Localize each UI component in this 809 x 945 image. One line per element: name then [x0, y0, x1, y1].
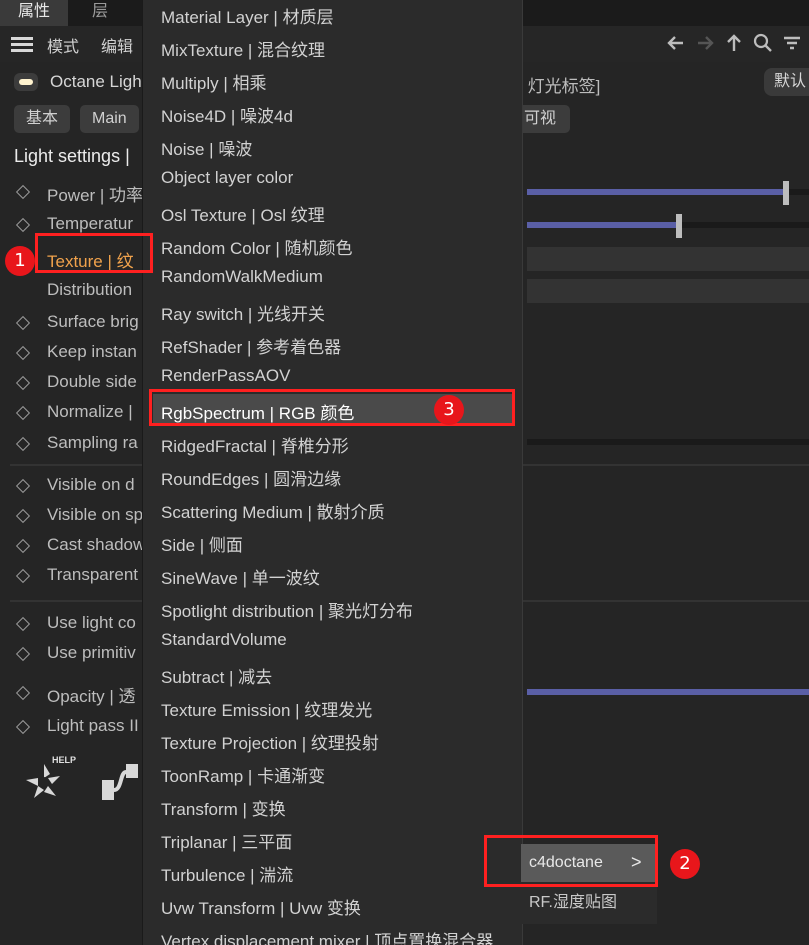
hamburger-icon[interactable] — [11, 37, 33, 53]
menu-item-sinewave[interactable]: SineWave | 单一波纹 — [161, 564, 320, 589]
keyframe-diamond-icon[interactable] — [15, 508, 31, 524]
up-arrow-icon[interactable] — [723, 32, 745, 56]
menu-item-roundedges[interactable]: RoundEdges | 圆滑边缘 — [161, 465, 341, 490]
sampling-rate-track[interactable] — [527, 439, 809, 445]
menu-item-ray-switch[interactable]: Ray switch | 光线开关 — [161, 300, 325, 325]
node-editor-icon[interactable] — [100, 760, 142, 804]
menu-item-random-color[interactable]: Random Color | 随机颜色 — [161, 234, 352, 259]
keyframe-diamond-icon[interactable] — [15, 217, 31, 233]
keyframe-diamond-icon[interactable] — [15, 719, 31, 735]
attr-label: Cast shadow — [47, 535, 146, 554]
menu-item-refshader[interactable]: RefShader | 参考着色器 — [161, 333, 341, 358]
power-slider[interactable] — [527, 181, 809, 205]
attr-label: Visible on d — [47, 475, 135, 494]
tab-layers[interactable]: 层 — [74, 0, 126, 26]
attr-label: Sampling ra — [47, 433, 138, 452]
menu-item-triplanar[interactable]: Triplanar | 三平面 — [161, 828, 292, 853]
attr-label: Power | 功率 — [47, 186, 144, 205]
default-button[interactable]: 默认 — [764, 68, 809, 96]
menu-item-texture-projection[interactable]: Texture Projection | 纹理投射 — [161, 729, 379, 754]
search-icon[interactable] — [752, 32, 774, 56]
filter-icon[interactable] — [781, 32, 803, 56]
menu-item-renderpassaov[interactable]: RenderPassAOV — [161, 366, 290, 386]
keyframe-diamond-icon[interactable] — [15, 405, 31, 421]
keyframe-diamond-icon[interactable] — [15, 478, 31, 494]
octane-help-icon[interactable] — [22, 760, 66, 804]
menu-item-mixtexture[interactable]: MixTexture | 混合纹理 — [161, 36, 325, 61]
menu-item-randomwalkmedium[interactable]: RandomWalkMedium — [161, 267, 323, 287]
keyframe-diamond-icon[interactable] — [15, 345, 31, 361]
texture-field[interactable] — [527, 247, 809, 271]
opacity-slider[interactable] — [527, 689, 809, 695]
menu-item-standardvolume[interactable]: StandardVolume — [161, 630, 287, 650]
menu-item-object-layer-color[interactable]: Object layer color — [161, 168, 293, 188]
forward-arrow-icon[interactable] — [694, 32, 716, 56]
annotation-box-c4doctane — [484, 835, 658, 887]
menu-item-toonramp[interactable]: ToonRamp | 卡通渐变 — [161, 762, 325, 787]
attr-label: Keep instan — [47, 342, 137, 361]
attr-label: Opacity | 透 — [47, 687, 136, 706]
menu-item-texture-emission[interactable]: Texture Emission | 纹理发光 — [161, 696, 372, 721]
subtab-main[interactable]: Main — [80, 105, 139, 133]
attr-label: Distribution — [47, 280, 133, 299]
step-badge-1: 1 — [5, 246, 35, 276]
slider-fill — [527, 189, 790, 195]
keyframe-diamond-icon[interactable] — [15, 685, 31, 701]
menu-item-transform[interactable]: Transform | 变换 — [161, 795, 286, 820]
menu-item-spotlight-distribution[interactable]: Spotlight distribution | 聚光灯分布 — [161, 597, 413, 622]
object-name: Octane Ligh — [50, 72, 142, 91]
attr-label: Use light co — [47, 613, 136, 632]
attr-label: Visible on sp — [47, 505, 144, 524]
keyframe-diamond-icon[interactable] — [15, 315, 31, 331]
back-arrow-icon[interactable] — [665, 32, 687, 56]
attr-label: Normalize | — [47, 402, 133, 421]
keyframe-diamond-icon[interactable] — [15, 616, 31, 632]
attr-label: Surface brig — [47, 312, 139, 331]
nav-icon-group — [665, 32, 809, 56]
menu-item-vertex-displacement-mixer[interactable]: Vertex displacement mixer | 顶点置换混合器 — [161, 927, 493, 945]
menu-item-multiply[interactable]: Multiply | 相乘 — [161, 69, 267, 94]
slider-fill — [527, 222, 683, 228]
attr-label: Double side — [47, 372, 137, 391]
submenu-item-rf-humidity-map[interactable]: RF.湿度贴图 — [529, 888, 617, 912]
keyframe-diamond-icon[interactable] — [15, 568, 31, 584]
menu-item-scattering-medium[interactable]: Scattering Medium | 散射介质 — [161, 498, 385, 523]
step-badge-3: 3 — [434, 395, 464, 425]
menu-item-subtract[interactable]: Subtract | 减去 — [161, 663, 272, 688]
temperature-slider[interactable] — [527, 214, 809, 238]
step-badge-2: 2 — [670, 849, 700, 879]
tab-attributes[interactable]: 属性 — [0, 0, 69, 26]
help-label: HELP — [52, 755, 77, 765]
slider-fill — [527, 689, 809, 695]
subtab-basic[interactable]: 基本 — [14, 105, 71, 133]
keyframe-diamond-icon[interactable] — [15, 375, 31, 391]
keyframe-diamond-icon[interactable] — [15, 646, 31, 662]
attr-label: Use primitiv — [47, 643, 136, 662]
menu-item-ridgedfractal[interactable]: RidgedFractal | 脊椎分形 — [161, 432, 349, 457]
menu-item-side[interactable]: Side | 侧面 — [161, 531, 243, 556]
menu-item-noise[interactable]: Noise | 噪波 — [161, 135, 252, 160]
menu-item-osl-texture[interactable]: Osl Texture | Osl 纹理 — [161, 201, 325, 226]
annotation-box-texture — [35, 233, 153, 273]
menu-item-uvw-transform[interactable]: Uvw Transform | Uvw 变换 — [161, 894, 361, 919]
distribution-field[interactable] — [527, 279, 809, 303]
slider-knob[interactable] — [783, 181, 790, 205]
attr-label: Temperatur — [47, 214, 133, 233]
section-title: Light settings | — [14, 146, 130, 166]
menu-mode[interactable]: 模式 — [47, 33, 79, 57]
menu-item-turbulence[interactable]: Turbulence | 湍流 — [161, 861, 293, 886]
slider-knob[interactable] — [676, 214, 683, 238]
attr-label: Light pass II — [47, 716, 139, 735]
keyframe-diamond-icon[interactable] — [15, 436, 31, 452]
shader-popup-menu: Material Layer | 材质层 MixTexture | 混合纹理 M… — [142, 0, 523, 945]
octane-light-icon — [14, 73, 38, 91]
keyframe-diamond-icon[interactable] — [15, 538, 31, 554]
menu-edit[interactable]: 编辑 — [101, 33, 133, 57]
keyframe-diamond-icon[interactable] — [15, 184, 31, 200]
menu-item-material-layer[interactable]: Material Layer | 材质层 — [161, 3, 334, 28]
menu-item-noise4d[interactable]: Noise4D | 噪波4d — [161, 102, 293, 127]
attr-label: Transparent — [47, 565, 139, 584]
